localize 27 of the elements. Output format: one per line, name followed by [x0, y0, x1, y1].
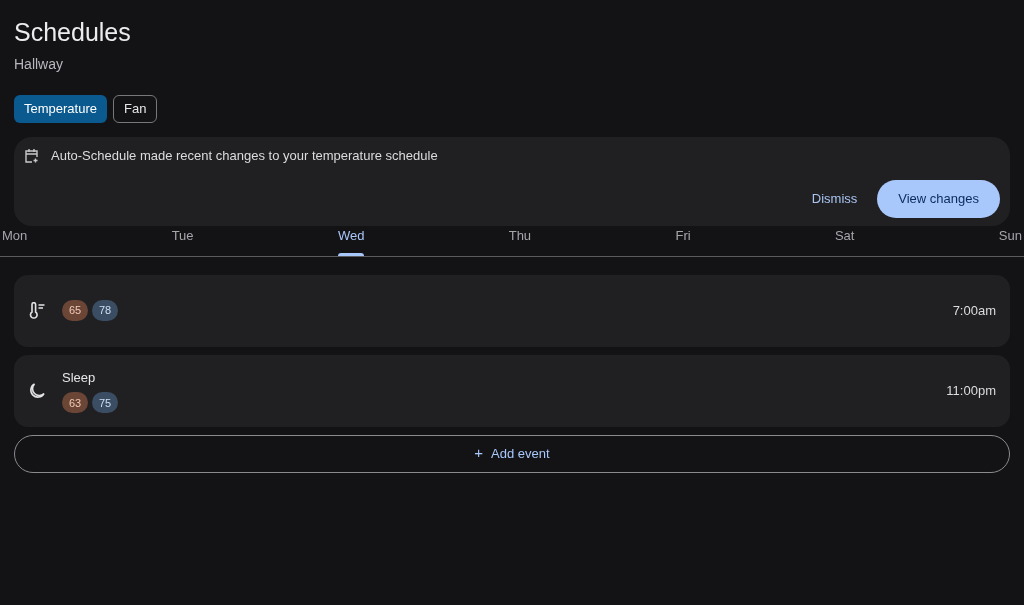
day-tab[interactable]: Sun — [998, 226, 1022, 256]
heat-setpoint: 63 — [62, 392, 88, 414]
thermometer-icon — [28, 301, 46, 320]
plus-icon: + — [474, 442, 484, 465]
day-tab[interactable]: Fri — [675, 226, 691, 256]
view-changes-button[interactable]: View changes — [877, 179, 1000, 218]
dismiss-button[interactable]: Dismiss — [807, 188, 862, 209]
event-time: 7:00am — [952, 301, 996, 320]
heat-setpoint: 65 — [62, 300, 88, 321]
day-tab[interactable]: Thu — [508, 226, 532, 256]
day-tab[interactable]: Tue — [171, 226, 194, 256]
day-tab[interactable]: Mon — [2, 226, 28, 256]
moon-icon — [28, 381, 46, 400]
notice-message: Auto-Schedule made recent changes to your temperature schedule — [51, 147, 438, 165]
tab[interactable]: Fan — [113, 95, 158, 123]
page-title: Schedules — [14, 17, 132, 48]
cool-setpoint: 75 — [92, 392, 118, 414]
tab[interactable]: Temperature — [14, 95, 107, 123]
day-tab[interactable]: Wed — [337, 226, 365, 256]
device-name: Hallway — [14, 55, 64, 74]
event-name: Sleep — [62, 368, 97, 387]
event-time: 11:00pm — [946, 381, 996, 400]
schedule-event[interactable]: Sleep 63 75 11:00pm — [14, 354, 1010, 427]
schedule-event[interactable]: 65 78 7:00am — [14, 274, 1010, 347]
cool-setpoint: 78 — [92, 300, 118, 321]
calendar-add-icon — [24, 147, 39, 164]
day-tab[interactable]: Sat — [834, 226, 855, 256]
